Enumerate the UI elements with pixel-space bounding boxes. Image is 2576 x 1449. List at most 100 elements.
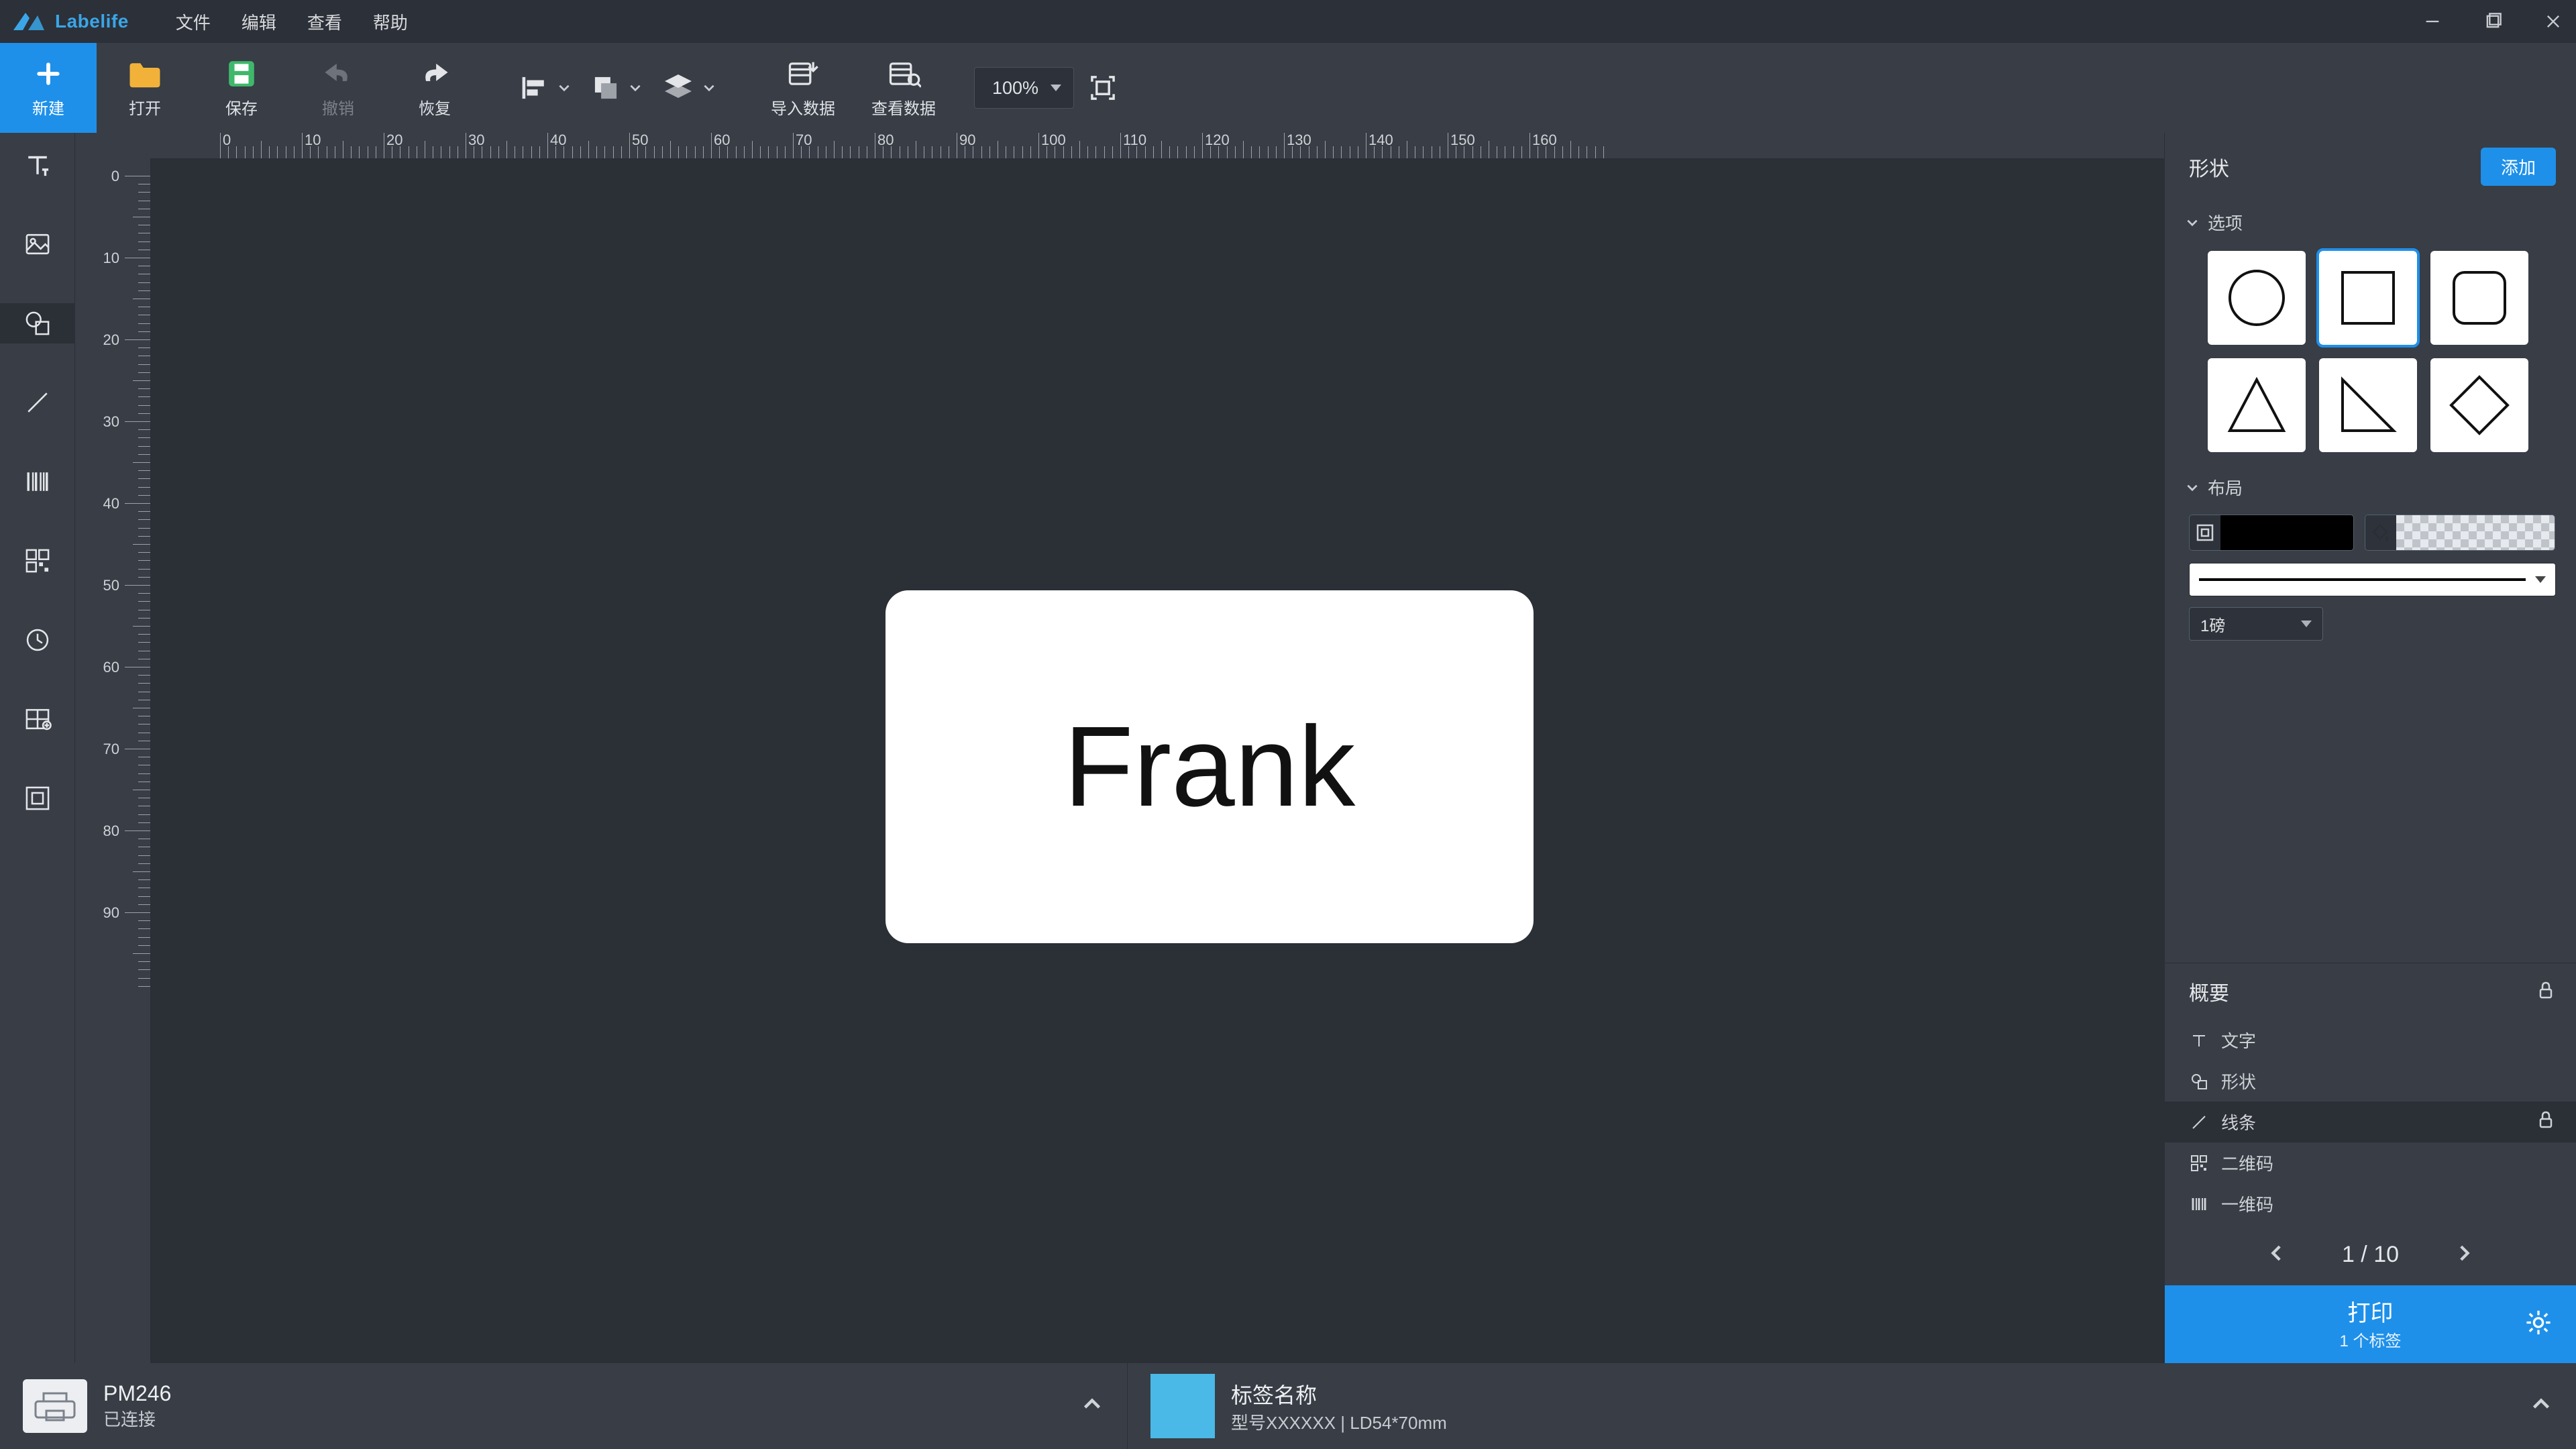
outline-barcode[interactable]: 一维码 xyxy=(2165,1183,2576,1224)
menu-view[interactable]: 查看 xyxy=(307,9,342,34)
lock-icon xyxy=(2536,1110,2556,1134)
chevron-down-icon xyxy=(557,80,572,95)
shape-diamond[interactable] xyxy=(2430,358,2528,452)
outline-shape[interactable]: 形状 xyxy=(2165,1061,2576,1102)
redo-button[interactable]: 恢复 xyxy=(386,43,483,133)
menu-edit[interactable]: 编辑 xyxy=(241,9,276,34)
save-button[interactable]: 保存 xyxy=(193,43,290,133)
chevron-down-icon xyxy=(2185,215,2200,230)
device-status: 已连接 xyxy=(103,1406,171,1431)
expand-label[interactable] xyxy=(2529,1393,2553,1420)
tool-palette xyxy=(0,133,75,1363)
ruler-horizontal: 0102030405060708090100110120130140150160 xyxy=(150,133,2164,158)
time-tool[interactable] xyxy=(0,620,75,660)
pager: 1 / 10 xyxy=(2165,1224,2576,1285)
arrange-icon xyxy=(590,72,621,103)
menu-bar: 文件 编辑 查看 帮助 xyxy=(176,9,408,34)
menu-help[interactable]: 帮助 xyxy=(373,9,408,34)
minimize-button[interactable] xyxy=(2422,11,2443,32)
table-tool[interactable] xyxy=(0,699,75,739)
outline-text[interactable]: 文字 xyxy=(2165,1020,2576,1061)
save-icon xyxy=(223,58,260,90)
label-text[interactable]: Frank xyxy=(1064,701,1356,833)
line-preview xyxy=(2199,578,2526,581)
chevron-down-icon xyxy=(2301,621,2312,627)
undo-button[interactable]: 撤销 xyxy=(290,43,386,133)
fill-icon xyxy=(2365,515,2396,550)
shape-options xyxy=(2165,244,2576,466)
title-bar: Labelife 文件 编辑 查看 帮助 xyxy=(0,0,2576,43)
chevron-down-icon xyxy=(2535,576,2546,583)
layers-icon xyxy=(661,71,695,105)
menu-file[interactable]: 文件 xyxy=(176,9,211,34)
line-tool[interactable] xyxy=(0,382,75,423)
prev-page[interactable] xyxy=(2265,1242,2288,1268)
line-style-select[interactable] xyxy=(2189,563,2556,596)
outline-title: 概要 xyxy=(2189,977,2229,1006)
stroke-icon xyxy=(2190,515,2220,550)
window-controls xyxy=(2422,11,2564,32)
app-logo: Labelife xyxy=(11,9,129,34)
chevron-down-icon xyxy=(1051,85,1061,91)
label-title: 标签名称 xyxy=(1231,1379,1447,1409)
label-info[interactable]: 标签名称 型号XXXXXX | LD54*70mm xyxy=(1127,1363,2576,1449)
chevron-down-icon xyxy=(628,80,643,95)
ruler-vertical: 0102030405060708090 xyxy=(75,133,150,1363)
import-data-button[interactable]: 导入数据 xyxy=(753,43,853,133)
device-info[interactable]: PM246 已连接 xyxy=(0,1363,1127,1449)
shape-square[interactable] xyxy=(2319,251,2417,345)
shape-circle[interactable] xyxy=(2208,251,2306,345)
section-options[interactable]: 选项 xyxy=(2165,201,2576,244)
plus-icon xyxy=(30,58,67,90)
content-area: 0102030405060708090100110120130140150160… xyxy=(0,133,2576,1363)
fit-icon xyxy=(1087,72,1118,103)
zoom-select[interactable]: 100% xyxy=(974,67,1074,109)
canvas[interactable]: 0102030405060708090100110120130140150160… xyxy=(75,133,2164,1363)
add-shape-button[interactable]: 添加 xyxy=(2481,148,2556,186)
print-button[interactable]: 打印 1 个标签 xyxy=(2165,1285,2576,1363)
new-button[interactable]: 新建 xyxy=(0,43,97,133)
label-icon xyxy=(1150,1374,1215,1438)
line-thickness-select[interactable]: 1磅 xyxy=(2189,607,2323,641)
outline-line[interactable]: 线条 xyxy=(2165,1102,2576,1142)
next-page[interactable] xyxy=(2453,1242,2475,1268)
frame-tool[interactable] xyxy=(0,778,75,818)
printer-icon xyxy=(23,1379,87,1433)
close-button[interactable] xyxy=(2542,11,2564,32)
print-settings-button[interactable] xyxy=(2524,1308,2553,1341)
label-canvas[interactable]: Frank xyxy=(885,590,1534,943)
folder-icon xyxy=(126,58,164,90)
view-data-button[interactable]: 查看数据 xyxy=(853,43,954,133)
viewdata-icon xyxy=(885,58,922,90)
logo-icon xyxy=(11,9,47,34)
import-icon xyxy=(784,58,822,90)
device-name: PM246 xyxy=(103,1381,171,1406)
label-sub: 型号XXXXXX | LD54*70mm xyxy=(1231,1409,1447,1434)
shape-tool[interactable] xyxy=(0,303,75,343)
align-left-icon xyxy=(519,72,550,103)
stroke-color[interactable] xyxy=(2189,515,2354,551)
expand-device[interactable] xyxy=(1080,1393,1104,1420)
open-button[interactable]: 打开 xyxy=(97,43,193,133)
text-tool[interactable] xyxy=(0,145,75,185)
image-tool[interactable] xyxy=(0,224,75,264)
redo-icon xyxy=(416,58,453,90)
shape-triangle[interactable] xyxy=(2208,358,2306,452)
barcode-tool[interactable] xyxy=(0,462,75,502)
outline-qrcode[interactable]: 二维码 xyxy=(2165,1142,2576,1183)
lock-icon[interactable] xyxy=(2536,980,2556,1004)
shape-right-triangle[interactable] xyxy=(2319,358,2417,452)
qrcode-tool[interactable] xyxy=(0,541,75,581)
arrange-dropdown[interactable] xyxy=(581,68,652,108)
fill-color[interactable] xyxy=(2365,515,2555,551)
layers-dropdown[interactable] xyxy=(652,68,726,108)
maximize-button[interactable] xyxy=(2482,11,2504,32)
status-bar: PM246 已连接 标签名称 型号XXXXXX | LD54*70mm xyxy=(0,1363,2576,1449)
align-dropdown[interactable] xyxy=(510,68,581,108)
section-layout[interactable]: 布局 xyxy=(2165,466,2576,509)
main-toolbar: 新建 打开 保存 撤销 恢复 导入数据 查看数据 100% xyxy=(0,43,2576,133)
chevron-down-icon xyxy=(702,80,716,95)
fit-screen-button[interactable] xyxy=(1086,71,1120,105)
shape-rounded-square[interactable] xyxy=(2430,251,2528,345)
app-name: Labelife xyxy=(55,11,129,32)
